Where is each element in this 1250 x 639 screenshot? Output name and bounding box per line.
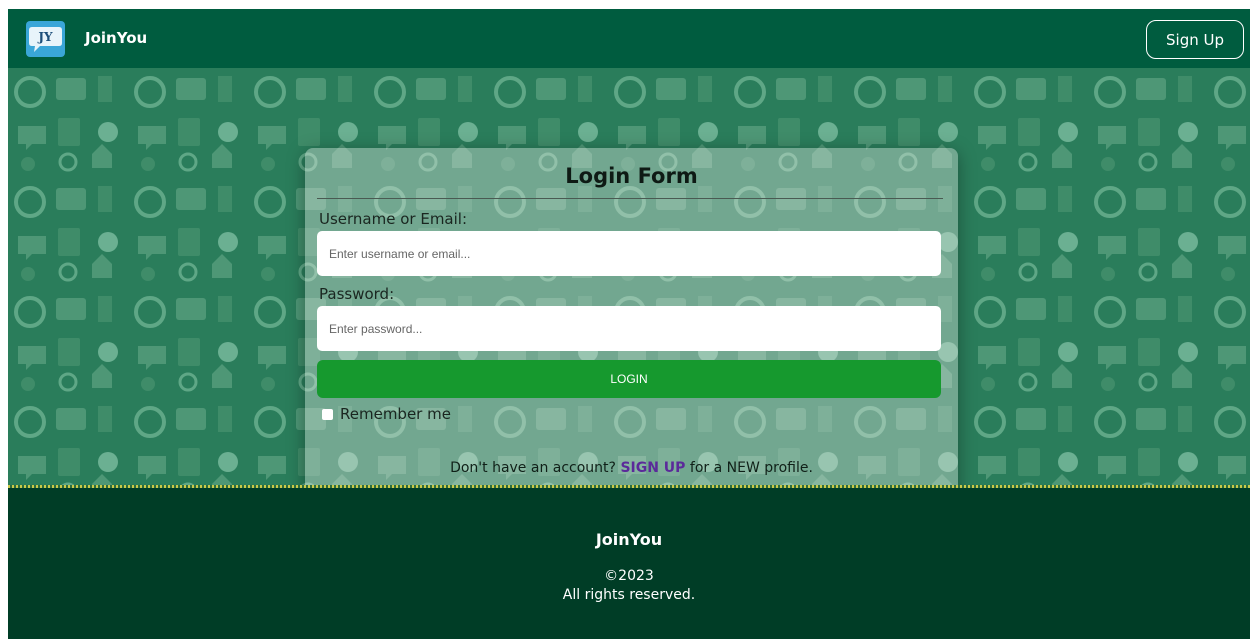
logo-speech-bubble-icon[interactable]: JY	[26, 21, 65, 57]
remember-me-row[interactable]: Remember me	[322, 405, 451, 423]
signup-prompt: Don't have an account? SIGN UP for a NEW…	[305, 460, 958, 476]
username-label: Username or Email:	[319, 210, 468, 228]
page-frame: JY JoinYou Sign Up Login Form Username o…	[8, 9, 1250, 639]
signup-button[interactable]: Sign Up	[1146, 20, 1244, 59]
signup-link[interactable]: SIGN UP	[620, 460, 685, 476]
logo-text: JY	[37, 30, 53, 44]
password-label: Password:	[319, 285, 395, 303]
hero-section: Login Form Username or Email: Password: …	[8, 68, 1250, 488]
remember-me-label: Remember me	[340, 405, 451, 423]
footer-copyright: ©2023	[604, 568, 654, 584]
title-divider	[317, 198, 943, 199]
footer-rights: All rights reserved.	[562, 587, 696, 603]
login-form-title: Login Form	[565, 164, 698, 188]
signup-prompt-prefix: Don't have an account?	[450, 460, 616, 476]
password-input[interactable]	[317, 306, 941, 351]
brand-name[interactable]: JoinYou	[85, 29, 147, 47]
signup-prompt-suffix: for a NEW profile.	[689, 460, 813, 476]
footer-brand: JoinYou	[595, 530, 663, 549]
login-card: Login Form Username or Email: Password: …	[305, 148, 958, 488]
footer: JoinYou ©2023 All rights reserved.	[8, 488, 1250, 639]
top-navbar: JY JoinYou Sign Up	[8, 9, 1250, 68]
login-button[interactable]: LOGIN	[317, 360, 941, 398]
remember-me-checkbox[interactable]	[322, 408, 333, 420]
username-input[interactable]	[317, 231, 941, 276]
